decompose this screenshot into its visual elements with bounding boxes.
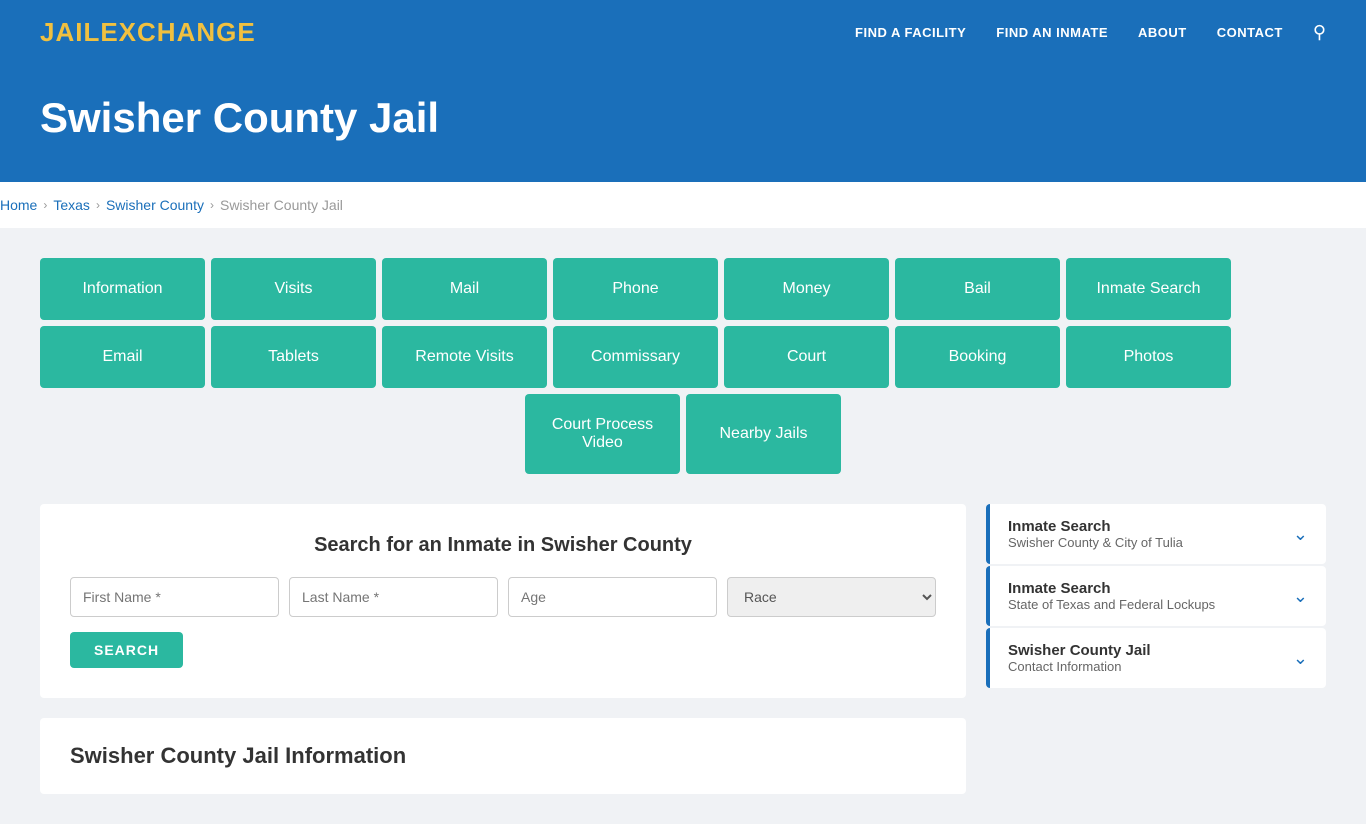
logo-jail: JAIL — [40, 17, 100, 47]
sidebar-card-header-2[interactable]: Swisher County Jail Contact Information … — [986, 628, 1326, 688]
chevron-down-icon: ⌄ — [1293, 586, 1308, 607]
nav-find-inmate[interactable]: FIND AN INMATE — [996, 25, 1108, 40]
grid-btn-bail[interactable]: Bail — [895, 258, 1060, 320]
sidebar-card-header-0[interactable]: Inmate Search Swisher County & City of T… — [986, 504, 1326, 564]
nav-find-facility[interactable]: FIND A FACILITY — [855, 25, 966, 40]
grid-btn-nearby-jails[interactable]: Nearby Jails — [686, 394, 841, 474]
sidebar-card-1: Inmate Search State of Texas and Federal… — [986, 566, 1326, 626]
breadcrumb-home[interactable]: Home — [0, 197, 37, 213]
sidebar-card-subtitle-2: Contact Information — [1008, 659, 1151, 674]
search-button[interactable]: SEARCH — [70, 632, 183, 668]
site-header: JAILEXCHANGE FIND A FACILITY FIND AN INM… — [0, 0, 1366, 64]
sidebar-card-0: Inmate Search Swisher County & City of T… — [986, 504, 1326, 564]
breadcrumb-sep-3: › — [210, 198, 214, 212]
left-column: Search for an Inmate in Swisher County R… — [40, 504, 966, 794]
search-title: Search for an Inmate in Swisher County — [70, 534, 936, 557]
breadcrumb-sep-1: › — [43, 198, 47, 212]
info-title: Swisher County Jail Information — [70, 743, 936, 769]
outer-content: InformationVisitsMailPhoneMoneyBailInmat… — [0, 228, 1366, 824]
info-section: Swisher County Jail Information — [40, 718, 966, 794]
nav-about[interactable]: ABOUT — [1138, 25, 1187, 40]
breadcrumb-county[interactable]: Swisher County — [106, 197, 204, 213]
breadcrumb: Home › Texas › Swisher County › Swisher … — [0, 182, 1366, 228]
site-logo[interactable]: JAILEXCHANGE — [40, 17, 256, 48]
age-input[interactable] — [508, 577, 717, 617]
sidebar-card-subtitle-1: State of Texas and Federal Lockups — [1008, 597, 1215, 612]
sidebar-card-title-1: Inmate Search — [1008, 580, 1215, 597]
grid-btn-court-process-video[interactable]: Court Process Video — [525, 394, 680, 474]
button-grid-row2: EmailTabletsRemote VisitsCommissaryCourt… — [40, 326, 1326, 388]
breadcrumb-sep-2: › — [96, 198, 100, 212]
grid-btn-money[interactable]: Money — [724, 258, 889, 320]
grid-btn-phone[interactable]: Phone — [553, 258, 718, 320]
sidebar-card-subtitle-0: Swisher County & City of Tulia — [1008, 535, 1183, 550]
grid-btn-inmate-search[interactable]: Inmate Search — [1066, 258, 1231, 320]
main-layout: Search for an Inmate in Swisher County R… — [40, 484, 1326, 794]
grid-btn-court[interactable]: Court — [724, 326, 889, 388]
sidebar-card-header-1[interactable]: Inmate Search State of Texas and Federal… — [986, 566, 1326, 626]
chevron-down-icon: ⌄ — [1293, 648, 1308, 669]
sidebar-card-title-2: Swisher County Jail — [1008, 642, 1151, 659]
last-name-input[interactable] — [289, 577, 498, 617]
race-select[interactable]: RaceWhiteBlackHispanicAsianOther — [727, 577, 936, 617]
chevron-down-icon: ⌄ — [1293, 524, 1308, 545]
grid-btn-tablets[interactable]: Tablets — [211, 326, 376, 388]
nav-contact[interactable]: CONTACT — [1217, 25, 1283, 40]
button-grid-section: InformationVisitsMailPhoneMoneyBailInmat… — [40, 228, 1326, 484]
grid-btn-photos[interactable]: Photos — [1066, 326, 1231, 388]
sidebar-card-2: Swisher County Jail Contact Information … — [986, 628, 1326, 688]
search-fields: RaceWhiteBlackHispanicAsianOther — [70, 577, 936, 617]
main-nav: FIND A FACILITY FIND AN INMATE ABOUT CON… — [855, 22, 1326, 43]
grid-btn-commissary[interactable]: Commissary — [553, 326, 718, 388]
sidebar-card-title-0: Inmate Search — [1008, 518, 1183, 535]
breadcrumb-texas[interactable]: Texas — [53, 197, 90, 213]
search-box: Search for an Inmate in Swisher County R… — [40, 504, 966, 698]
button-grid-row3: Court Process VideoNearby Jails — [40, 394, 1326, 474]
search-icon[interactable]: ⚲ — [1313, 22, 1326, 43]
grid-btn-booking[interactable]: Booking — [895, 326, 1060, 388]
sidebar: Inmate Search Swisher County & City of T… — [986, 504, 1326, 690]
grid-btn-email[interactable]: Email — [40, 326, 205, 388]
hero-section: Swisher County Jail — [0, 64, 1366, 182]
grid-btn-visits[interactable]: Visits — [211, 258, 376, 320]
button-grid-row1: InformationVisitsMailPhoneMoneyBailInmat… — [40, 258, 1326, 320]
grid-btn-information[interactable]: Information — [40, 258, 205, 320]
breadcrumb-current: Swisher County Jail — [220, 197, 343, 213]
grid-btn-mail[interactable]: Mail — [382, 258, 547, 320]
page-title: Swisher County Jail — [40, 94, 1326, 142]
first-name-input[interactable] — [70, 577, 279, 617]
logo-exchange: EXCHANGE — [100, 17, 255, 47]
grid-btn-remote-visits[interactable]: Remote Visits — [382, 326, 547, 388]
